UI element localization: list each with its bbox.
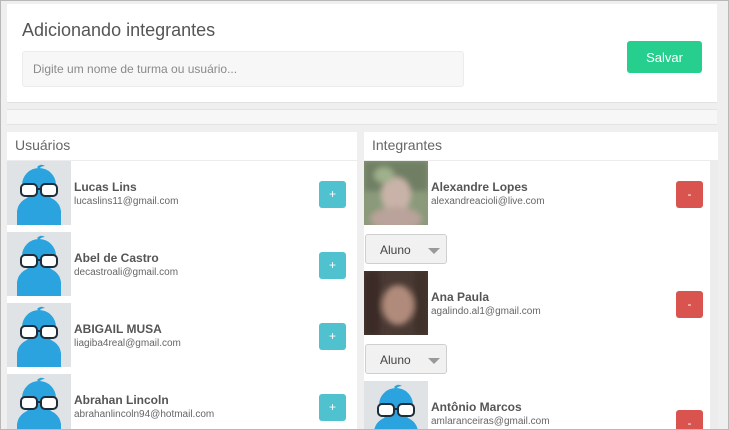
member-name: Ana Paula [431, 290, 490, 304]
user-name: Abel de Castro [74, 251, 159, 265]
user-row: ABIGAIL MUSA liagiba4real@gmail.com + [7, 303, 351, 367]
member-row: Antônio Marcos amlaranceiras@gmail.com - [364, 381, 708, 429]
member-email: amlaranceiras@gmail.com [431, 416, 550, 427]
member-photo [364, 161, 428, 225]
remove-member-button[interactable]: - [676, 410, 703, 429]
default-avatar-icon [7, 303, 71, 367]
member-photo [364, 271, 428, 335]
member-row: Alexandre Lopes alexandreacioli@live.com… [364, 161, 708, 225]
page-title: Adicionando integrantes [22, 20, 216, 40]
user-row: Abel de Castro decastroali@gmail.com + [7, 232, 351, 296]
save-button[interactable]: Salvar [627, 41, 702, 73]
add-user-button[interactable]: + [319, 394, 346, 421]
default-avatar-icon [7, 232, 71, 296]
user-row: Lucas Lins lucaslins11@gmail.com + [7, 161, 351, 225]
add-user-button[interactable]: + [319, 181, 346, 208]
role-select[interactable]: Aluno [365, 344, 447, 374]
user-name: Lucas Lins [74, 180, 137, 194]
member-email: agalindo.al1@gmail.com [431, 306, 541, 317]
members-panel: Integrantes Alexandre Lopes alexandreaci… [364, 132, 718, 429]
default-avatar-icon [7, 374, 71, 429]
scrollbar[interactable] [710, 161, 718, 429]
member-row: Ana Paula agalindo.al1@gmail.com - [364, 271, 708, 335]
member-name: Alexandre Lopes [431, 180, 528, 194]
member-name: Antônio Marcos [431, 400, 522, 414]
section-divider [7, 109, 717, 125]
users-panel-title: Usuários [7, 132, 357, 161]
add-user-button[interactable]: + [319, 252, 346, 279]
default-avatar-icon [364, 381, 428, 429]
app-frame: Adicionando integrantes Salvar Usuários … [0, 0, 729, 430]
user-row: Abrahan Lincoln abrahanlincoln94@hotmail… [7, 374, 351, 429]
user-email: lucaslins11@gmail.com [74, 196, 179, 207]
role-select[interactable]: Aluno [365, 234, 447, 264]
user-email: decastroali@gmail.com [74, 267, 179, 278]
role-select-value: Aluno [380, 353, 411, 367]
user-name: ABIGAIL MUSA [74, 322, 162, 336]
user-email: abrahanlincoln94@hotmail.com [74, 409, 215, 420]
members-panel-title: Integrantes [364, 132, 718, 161]
user-email: liagiba4real@gmail.com [74, 338, 181, 349]
default-avatar-icon [7, 161, 71, 225]
remove-member-button[interactable]: - [676, 291, 703, 318]
user-name: Abrahan Lincoln [74, 393, 169, 407]
remove-member-button[interactable]: - [676, 181, 703, 208]
header-card: Adicionando integrantes Salvar [7, 4, 717, 103]
member-email: alexandreacioli@live.com [431, 196, 545, 207]
search-input[interactable] [22, 51, 464, 87]
role-select-value: Aluno [380, 243, 411, 257]
chevron-down-icon [428, 358, 440, 364]
add-user-button[interactable]: + [319, 323, 346, 350]
chevron-down-icon [428, 248, 440, 254]
users-panel: Usuários Lucas Lins lucaslins11@gmail.co… [7, 132, 357, 429]
